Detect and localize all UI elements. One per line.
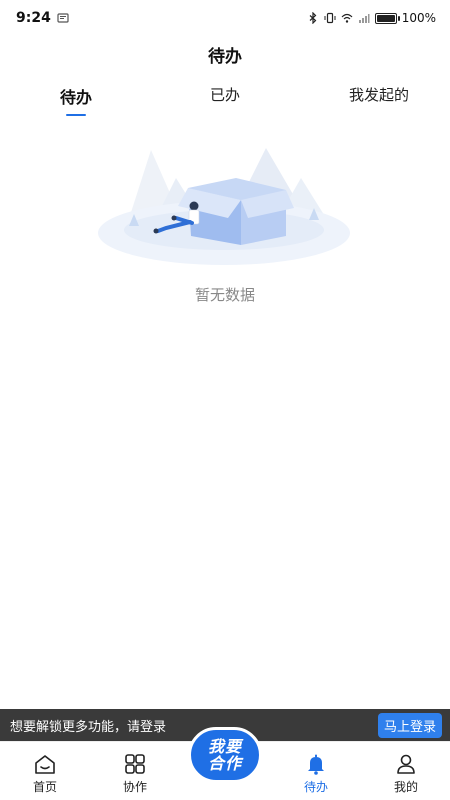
battery-percent: 100%	[401, 11, 436, 25]
tab-done[interactable]: 已办	[197, 84, 253, 105]
tab-label: 已办	[209, 86, 240, 104]
nav-label: 我的	[393, 780, 418, 794]
vibrate-icon	[324, 12, 336, 24]
nav-item-home[interactable]: 首页	[15, 752, 75, 795]
empty-state-text: 暂无数据	[194, 286, 255, 304]
bell-icon	[308, 754, 324, 775]
cooperate-button[interactable]: 我要 合作	[188, 727, 262, 783]
login-banner-message: 想要解锁更多功能，请登录	[10, 719, 167, 735]
empty-state-illustration	[98, 148, 350, 265]
nav-label: 首页	[32, 780, 57, 794]
page-title: 待办	[208, 47, 242, 67]
battery-fill	[376, 14, 395, 22]
user-icon	[397, 754, 415, 774]
status-bar: 9:24 100%	[0, 0, 450, 36]
status-right: 100%	[307, 11, 436, 25]
home-icon	[35, 755, 55, 774]
signal-icon	[358, 14, 370, 23]
battery-icon	[374, 12, 400, 24]
status-left: 9:24	[16, 10, 69, 26]
grid-icon	[125, 754, 145, 774]
bluetooth-icon	[309, 12, 317, 24]
nav-label: 待办	[303, 780, 328, 794]
tab-bar: 待办 已办 我发起的	[0, 84, 450, 120]
tab-active-indicator	[66, 114, 86, 116]
tab-todo[interactable]: 待办	[48, 84, 104, 116]
nav-item-me[interactable]: 我的	[376, 752, 436, 795]
nav-label: 协作	[122, 780, 147, 794]
cooperate-button-line1: 我要	[207, 737, 242, 756]
tab-initiated[interactable]: 我发起的	[334, 84, 424, 105]
notification-icon	[57, 13, 69, 23]
nav-item-todo[interactable]: 待办	[286, 752, 346, 795]
cooperate-button-line2: 合作	[207, 754, 242, 773]
tab-label: 待办	[59, 88, 92, 107]
wifi-icon	[341, 13, 353, 23]
login-button[interactable]: 马上登录	[377, 712, 442, 738]
nav-item-collaborate[interactable]: 协作	[105, 752, 165, 795]
status-time: 9:24	[16, 10, 51, 26]
tab-label: 我发起的	[348, 86, 409, 104]
